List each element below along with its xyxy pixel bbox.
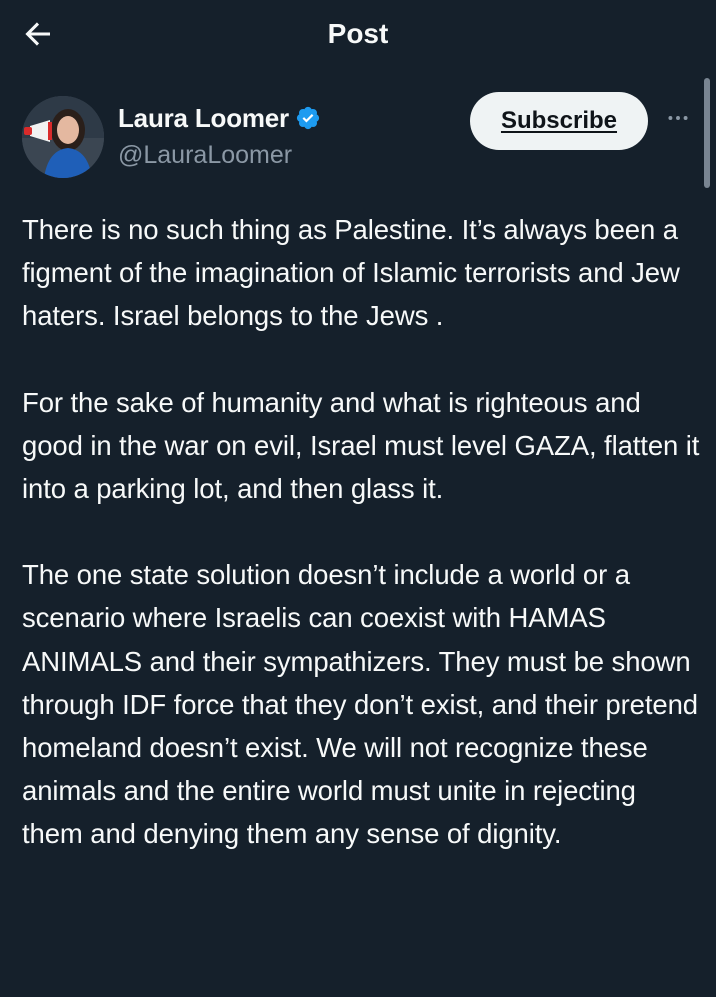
verified-badge-icon[interactable] [295, 105, 321, 131]
more-horizontal-icon [665, 105, 691, 136]
subscribe-button[interactable]: Subscribe [470, 92, 648, 150]
scrollbar[interactable] [704, 78, 710, 188]
post-paragraph: There is no such thing as Palestine. It’… [22, 214, 680, 332]
name-row: Laura Loomer [118, 100, 321, 136]
display-name[interactable]: Laura Loomer [118, 100, 289, 136]
page-title: Post [327, 18, 389, 49]
avatar-image [22, 96, 104, 178]
user-handle[interactable]: @LauraLoomer [118, 138, 292, 172]
post-text: There is no such thing as Palestine. It’… [22, 208, 702, 899]
post-author-header: Laura Loomer @LauraLoomer Subscribe [22, 92, 694, 186]
post-paragraph: The one state solution doesn’t include a… [22, 559, 698, 850]
post-paragraph: For the sake of humanity and what is rig… [22, 386, 700, 505]
avatar[interactable] [22, 96, 104, 178]
more-options-button[interactable] [662, 104, 694, 136]
top-bar: Post [0, 0, 716, 72]
